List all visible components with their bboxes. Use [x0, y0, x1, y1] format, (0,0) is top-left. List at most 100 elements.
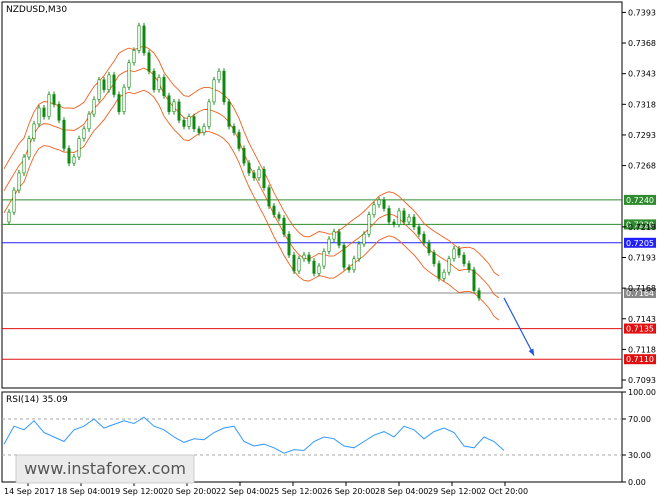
- candle-body: [447, 258, 451, 273]
- y-tick-label: 0.7293: [628, 131, 656, 140]
- candle-body: [102, 79, 106, 90]
- x-tick-label: 14 Sep 2017: [4, 487, 55, 496]
- candle-body: [107, 74, 111, 90]
- candle-body: [197, 128, 201, 133]
- y-tick-label: 0.7268: [628, 162, 656, 171]
- candle-body: [82, 128, 86, 139]
- candle-body: [432, 252, 436, 264]
- candle-body: [412, 216, 416, 228]
- candle-body: [452, 248, 456, 260]
- candle-body: [277, 214, 281, 219]
- x-tick-label: 25 Sep 12:00: [269, 487, 322, 496]
- candle-body: [72, 156, 76, 164]
- candle-body: [422, 233, 426, 244]
- candle-body: [242, 148, 246, 164]
- candle-body: [287, 233, 291, 256]
- candle-body: [42, 107, 46, 117]
- candle-body: [167, 95, 171, 112]
- candle-body: [187, 116, 191, 127]
- symbol-label: NZDUSD,M30: [6, 5, 67, 15]
- y-tick-label: 0.7193: [628, 253, 656, 262]
- x-tick-label: 29 Sep 12:00: [428, 487, 481, 496]
- candle-body: [322, 251, 326, 267]
- candle-body: [342, 244, 346, 268]
- level-label: 0.7110: [626, 355, 654, 364]
- candle-body: [67, 148, 71, 164]
- candle-body: [227, 101, 231, 127]
- candle-body: [337, 231, 341, 246]
- candle-body: [202, 126, 206, 133]
- candle-body: [327, 238, 331, 252]
- candle-body: [457, 248, 461, 256]
- candle-body: [442, 271, 446, 279]
- chart-container: 0.7240 0.7220 0.7205 0.7164 0.7135 0.7110 0.7…: [0, 0, 664, 498]
- candle-body: [297, 258, 301, 272]
- candle-body: [92, 99, 96, 115]
- candle-body: [62, 119, 66, 149]
- y-tick-label: 0.7343: [628, 70, 656, 79]
- candle-body: [307, 254, 311, 262]
- candle-body: [7, 211, 11, 223]
- candle-body: [172, 101, 176, 112]
- candle-body: [257, 168, 261, 179]
- candle-body: [127, 62, 131, 88]
- candle-body: [247, 162, 251, 174]
- rsi-tick-label: 70.00: [628, 415, 651, 424]
- rsi-tick-label: 30.00: [628, 451, 651, 460]
- x-tick-label: 18 Sep 04:00: [57, 487, 110, 496]
- candle-body: [417, 226, 421, 235]
- rsi-tick-label: 100.00: [628, 388, 656, 397]
- candle-body: [177, 101, 181, 121]
- candle-body: [407, 216, 411, 223]
- candle-body: [232, 126, 236, 133]
- candle-body: [117, 94, 121, 112]
- candle-body: [272, 205, 276, 215]
- candle-body: [462, 254, 466, 264]
- x-tick-label: 22 Sep 04:00: [216, 487, 269, 496]
- candle-body: [282, 217, 286, 235]
- candle-body: [267, 187, 271, 207]
- candle-body: [217, 70, 221, 81]
- x-tick-label: 2 Oct 20:00: [481, 487, 528, 496]
- level-label: 0.7240: [626, 196, 654, 205]
- candle-body: [292, 254, 296, 272]
- candle-body: [57, 104, 61, 121]
- x-tick-label: 28 Sep 04:00: [375, 487, 428, 496]
- level-label: 0.7205: [626, 239, 654, 248]
- candle-body: [207, 101, 211, 127]
- price-chart: 0.72400.72200.72050.71640.71350.7110 0.7…: [1, 1, 656, 496]
- x-tick-label: 26 Sep 20:00: [322, 487, 375, 496]
- candle-body: [132, 50, 136, 63]
- candle-body: [182, 119, 186, 127]
- candle-body: [317, 265, 321, 274]
- candle-body: [87, 113, 91, 130]
- y-tick-label: 0.7393: [628, 8, 656, 17]
- candle-body: [157, 77, 161, 90]
- candle-body: [122, 86, 126, 112]
- candle-body: [12, 189, 16, 213]
- y-tick-label: 0.7168: [628, 284, 656, 293]
- rsi-tick-label: 0.00: [628, 478, 646, 487]
- watermark: www.instaforex.com: [15, 454, 195, 484]
- candle-body: [112, 74, 116, 95]
- candle-body: [427, 242, 431, 253]
- candle-body: [467, 263, 471, 271]
- candle-body: [372, 204, 376, 215]
- candle-body: [32, 123, 36, 139]
- watermark-text: www.instaforex.com: [24, 459, 186, 478]
- candle-body: [362, 233, 366, 245]
- rsi-label: RSI(14) 35.09: [6, 395, 68, 405]
- candle-body: [312, 260, 316, 274]
- candle-body: [162, 77, 166, 97]
- candle-body: [382, 199, 386, 209]
- candle-body: [152, 70, 156, 90]
- main-panel-frame: [1, 1, 623, 389]
- y-tick-label: 0.7368: [628, 39, 656, 48]
- candle-body: [147, 52, 151, 72]
- y-tick-label: 0.7218: [628, 223, 656, 232]
- x-tick-label: 20 Sep 20:00: [163, 487, 216, 496]
- candle-body: [252, 172, 256, 179]
- y-tick-label: 0.7093: [628, 376, 656, 385]
- candle-body: [397, 210, 401, 225]
- candle-body: [52, 94, 56, 105]
